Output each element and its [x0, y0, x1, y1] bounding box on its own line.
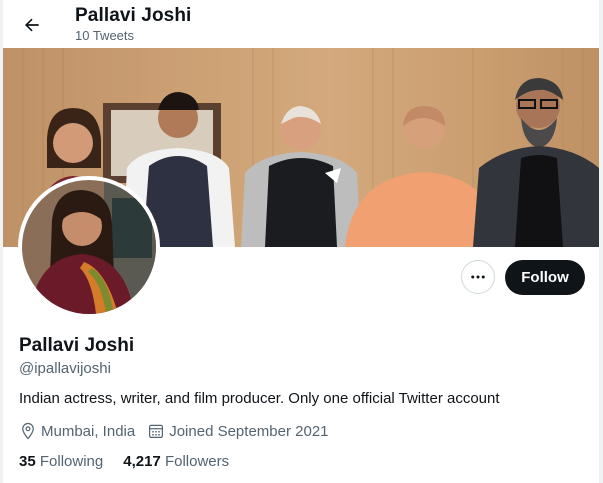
- following-count: 35: [19, 453, 40, 470]
- more-dots-icon: [471, 275, 485, 279]
- profile-meta: Mumbai, India Joined September 2021: [19, 422, 341, 440]
- followers-link[interactable]: 4,217 Followers: [123, 453, 229, 470]
- followers-label: Followers: [164, 453, 230, 470]
- header-title: Pallavi Joshi: [75, 5, 192, 26]
- location-text: Mumbai, India: [41, 422, 136, 440]
- following-label: Following: [39, 453, 104, 470]
- following-link[interactable]: 35 Following: [19, 453, 103, 470]
- back-button[interactable]: [15, 8, 49, 42]
- profile-page: Pallavi Joshi 10 Tweets Follow Pallavi J…: [0, 0, 603, 483]
- profile-header-bar: Pallavi Joshi 10 Tweets: [3, 0, 599, 48]
- profile-display-name: Pallavi Joshi: [19, 335, 135, 356]
- profile-stats: 35 Following 4,217 Followers: [19, 453, 249, 470]
- profile-avatar[interactable]: [18, 176, 160, 318]
- joined-text: Joined September 2021: [169, 422, 329, 440]
- followers-count: 4,217: [123, 453, 165, 470]
- calendar-icon: [149, 424, 164, 438]
- profile-handle: @ipallavijoshi: [19, 360, 111, 377]
- location-item: Mumbai, India: [19, 422, 135, 440]
- tweet-count: 10 Tweets: [75, 28, 135, 43]
- follow-button[interactable]: Follow: [505, 260, 585, 295]
- joined-item: Joined September 2021: [147, 422, 329, 440]
- profile-bio: Indian actress, writer, and film produce…: [19, 390, 500, 407]
- right-scrollbar[interactable]: [599, 0, 603, 483]
- more-options-button[interactable]: [461, 260, 495, 294]
- back-arrow-icon: [25, 18, 39, 32]
- location-pin-icon: [22, 422, 34, 440]
